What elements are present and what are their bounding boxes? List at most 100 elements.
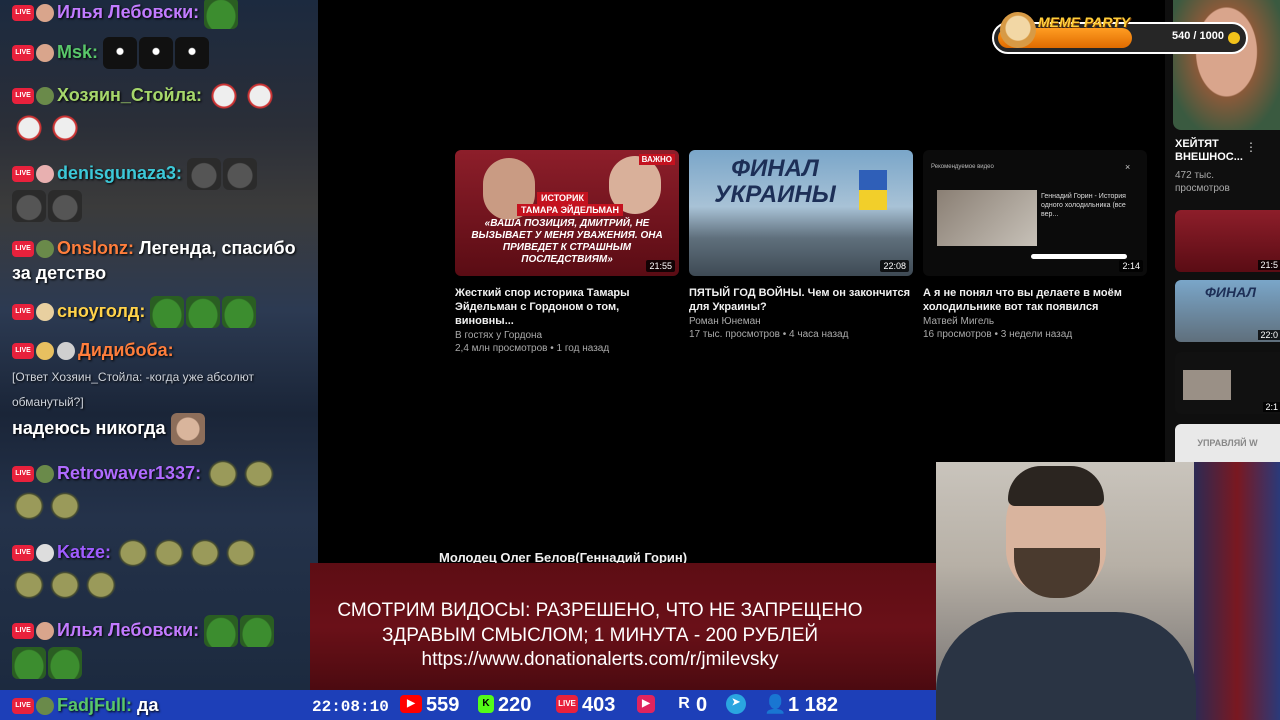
video-title[interactable]: А я не понял что вы делаете в моём холод… <box>923 286 1147 314</box>
chat-username: Илья Лебовски: <box>57 619 200 640</box>
play-icon: ▶ <box>637 694 655 713</box>
chat-message: LIVE FadjFull: да <box>12 693 312 718</box>
chat-message: LIVE Хозяин_Стойла: <box>12 80 312 144</box>
banner-line: СМОТРИМ ВИДОСЫ: РАЗРЕШЕНО, ЧТО НЕ ЗАПРЕЩ… <box>337 600 863 621</box>
video-duration: 22:08 <box>880 260 909 272</box>
rutube-icon-slot: ▶ <box>637 692 659 718</box>
person-hair <box>1008 466 1104 506</box>
chat-text: Легенда, спасибо за детство <box>12 238 296 283</box>
video-duration: 22:0 <box>1258 330 1280 340</box>
banner-line: ЗДРАВЫМ СМЫСЛОМ; 1 МИНУТА - 200 РУБЛЕЙ <box>381 625 819 646</box>
video-thumbnail[interactable]: ФИНАЛ 22:0 <box>1175 280 1280 342</box>
video-meta: 16 просмотров • 3 недели назад <box>923 329 1073 340</box>
rumble-viewers: 0 <box>696 694 708 716</box>
avatar <box>36 544 54 562</box>
video-thumbnail[interactable]: ФИНАЛ УКРАИНЫ 22:08 <box>689 150 913 276</box>
flag-icon <box>859 170 887 190</box>
cat-emote-icon <box>175 37 210 69</box>
chat-username: Хозяин_Стойла: <box>57 84 203 105</box>
live-badge: LIVE <box>12 241 34 258</box>
end-screen-video-card[interactable]: ФИНАЛ УКРАИНЫ 22:08 ПЯТЫЙ ГОД ВОЙНЫ. Чем… <box>689 150 913 340</box>
video-meta: 17 тыс. просмотров • 4 часа назад <box>689 329 849 340</box>
live-badge: LIVE <box>12 166 34 182</box>
moai-emote-icon <box>116 537 151 569</box>
skull-emote-icon <box>243 80 278 112</box>
thumb-image <box>937 190 1037 246</box>
pepe-emote-icon <box>48 647 82 679</box>
thumb-label: ТАМАРА ЭЙДЕЛЬМАН <box>517 204 623 216</box>
skull-emote-icon <box>12 112 46 144</box>
chat-message: LIVE Onslonz: Легенда, спасибо за детство <box>12 236 312 286</box>
thumb-caption: Рекомендуемое видео <box>931 164 994 170</box>
meme-party-widget: MEME PARTY 540 / 1000 <box>992 12 1248 54</box>
banner-link[interactable]: https://www.donationalerts.com/r/jmilevs… <box>310 647 890 672</box>
video-thumbnail[interactable]: 21:5 <box>1175 210 1280 272</box>
video-thumbnail[interactable]: Рекомендуемое видео × Геннадий Горин - И… <box>923 150 1147 276</box>
chat-username: Onslonz: <box>57 238 134 258</box>
pepe-emote-icon <box>240 615 275 647</box>
chat-message: LIVE Katze: <box>12 537 312 601</box>
telegram-icon: ➤ <box>726 693 746 714</box>
live-badge: LIVE <box>12 623 34 639</box>
video-channel[interactable]: Роман Юнеман <box>689 316 913 327</box>
chat-message: LIVE Илья Лебовски: <box>12 615 312 679</box>
chat-username: Msk: <box>57 41 99 62</box>
meme-party-progress-text: 540 / 1000 <box>1172 30 1224 42</box>
face-emote-icon <box>170 413 205 445</box>
video-title[interactable]: ПЯТЫЙ ГОД ВОЙНЫ. Чем он закончится для У… <box>689 286 913 314</box>
end-screen-video-card[interactable]: Рекомендуемое видео × Геннадий Горин - И… <box>923 150 1147 340</box>
youtube-count: ▶ 559 <box>400 692 459 718</box>
chat-username: Retrowaver1337: <box>57 462 202 483</box>
chat-message: LIVE Дидибоба: [Ответ Хозяин_Стойла: -ког… <box>12 338 312 445</box>
video-thumbnail[interactable]: УПРАВЛЯЙ W <box>1175 424 1280 462</box>
video-player[interactable]: ВАЖНО ИСТОРИК ТАМАРА ЭЙДЕЛЬМАН «ВАША ПОЗ… <box>440 0 1165 540</box>
more-options-icon[interactable]: ⋮ <box>1245 140 1257 154</box>
pepe-emote-icon <box>150 296 185 328</box>
video-thumbnail[interactable]: 2:1 <box>1175 352 1280 414</box>
video-thumbnail[interactable] <box>1173 0 1280 130</box>
avatar <box>36 165 54 183</box>
chat-text: надеюсь никогда <box>12 417 166 438</box>
rumble-count: R0 <box>676 692 707 718</box>
kick-count: K 220 <box>478 692 531 718</box>
video-meta: 472 тыс. просмотров <box>1175 170 1230 194</box>
stream-stats-bar: LIVE FadjFull: да 22:08:10 ▶ 559 K 220 LIVE… <box>0 690 936 720</box>
avatar <box>57 342 75 361</box>
total-viewers-count: 1 182 <box>788 694 839 716</box>
chat-message: LIVE Илья Лебовски: <box>12 0 312 29</box>
kick-icon: K <box>478 694 494 713</box>
person-shirt <box>936 612 1196 720</box>
end-screen-video-card[interactable]: ВАЖНО ИСТОРИК ТАМАРА ЭЙДЕЛЬМАН «ВАША ПОЗ… <box>455 150 679 354</box>
pig-emote-icon <box>48 190 82 222</box>
pig-emote-icon <box>223 158 258 190</box>
video-title[interactable]: Жесткий спор историка Тамары Эйдельман с… <box>455 286 679 328</box>
pig-emote-icon <box>12 190 46 222</box>
video-thumbnail[interactable]: ВАЖНО ИСТОРИК ТАМАРА ЭЙДЕЛЬМАН «ВАША ПОЗ… <box>455 150 679 276</box>
live-badge: LIVE <box>12 545 34 561</box>
progress-bar <box>1031 254 1127 259</box>
video-title[interactable]: ХЕЙТЯТ ВНЕШНОС... <box>1175 138 1245 164</box>
moai-emote-icon <box>242 458 277 490</box>
youtube-icon: ▶ <box>400 694 422 713</box>
live-badge: LIVE <box>12 5 34 21</box>
chat-username: denisgunaza3: <box>57 162 183 183</box>
video-channel[interactable]: В гостях у Гордона <box>455 330 679 341</box>
coin-icon <box>1228 32 1240 44</box>
pepe-emote-icon <box>12 647 46 679</box>
chat-message: LIVE Retrowaver1337: <box>12 458 312 522</box>
thumb-label: ИСТОРИК <box>537 192 588 204</box>
kick-viewers: 220 <box>498 694 532 716</box>
chat-username: Дидибоба: <box>78 340 174 360</box>
live-badge: LIVE <box>12 45 34 61</box>
live-badge: LIVE <box>12 343 34 360</box>
donation-banner: СМОТРИМ ВИДОСЫ: РАЗРЕШЕНО, ЧТО НЕ ЗАПРЕЩ… <box>310 563 936 691</box>
pepe-emote-icon <box>204 0 239 29</box>
chat-text: да <box>137 695 159 715</box>
video-duration: 2:1 <box>1263 402 1280 412</box>
thumb-caption: «ВАША ПОЗИЦИЯ, ДМИТРИЙ, НЕ ВЫЗЫВАЕТ У МЕ… <box>471 218 663 265</box>
video-channel[interactable]: Матвей Мигель <box>923 316 1147 327</box>
chat-message: LIVE сноуголд: <box>12 296 312 328</box>
live-badge: LIVE <box>12 698 34 715</box>
thumb-caption: ФИНАЛ УКРАИНЫ <box>714 155 836 208</box>
thumb-image <box>1183 370 1231 400</box>
